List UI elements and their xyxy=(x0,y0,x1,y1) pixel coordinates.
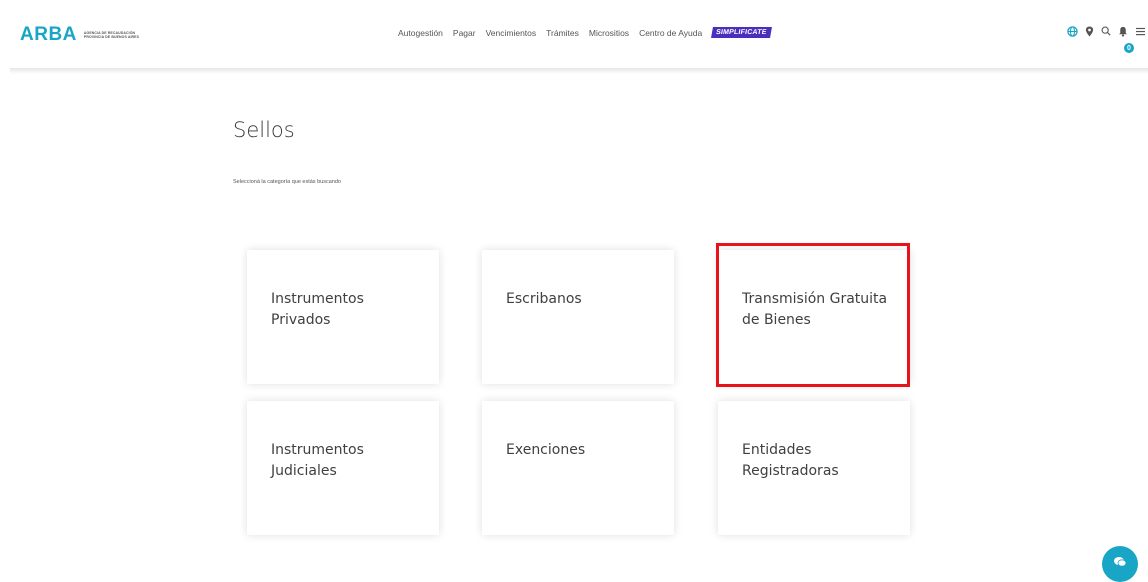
nav-item-vencimientos[interactable]: Vencimientos xyxy=(486,28,537,38)
category-card-label: Transmisión Gratuita de Bienes xyxy=(742,291,888,328)
bell-icon[interactable] xyxy=(1117,25,1129,37)
category-card-label: Instrumentos Judiciales xyxy=(271,442,364,479)
category-card-exenciones[interactable]: Exenciones xyxy=(482,401,674,535)
simplificate-badge-link[interactable]: SIMPLIFICATE xyxy=(711,27,772,38)
arba-logo[interactable]: ARBA AGENCIA DE RECAUDACIÓN PROVINCIA DE… xyxy=(20,24,139,46)
category-card-instrumentos-privados[interactable]: Instrumentos Privados xyxy=(247,250,439,384)
nav-item-tramites[interactable]: Trámites xyxy=(546,28,579,38)
logo-subtitle: AGENCIA DE RECAUDACIÓN PROVINCIA DE BUEN… xyxy=(84,31,139,40)
top-navigation-bar: ARBA AGENCIA DE RECAUDACIÓN PROVINCIA DE… xyxy=(0,0,1148,68)
category-card-label: Exenciones xyxy=(506,442,586,458)
location-pin-icon[interactable] xyxy=(1083,25,1095,37)
chat-bubble-icon xyxy=(1113,555,1127,573)
nav-item-pagar[interactable]: Pagar xyxy=(453,28,476,38)
page-title: Sellos xyxy=(233,118,295,142)
category-card-instrumentos-judiciales[interactable]: Instrumentos Judiciales xyxy=(247,401,439,535)
page-subtitle: Seleccioná la categoría que estás buscan… xyxy=(233,179,341,185)
nav-item-micrositios[interactable]: Micrositios xyxy=(589,28,629,38)
main-nav: Autogestión Pagar Vencimientos Trámites … xyxy=(398,27,772,38)
category-card-entidades-registradoras[interactable]: Entidades Registradoras xyxy=(718,401,910,535)
category-card-transmision-gratuita-de-bienes[interactable]: Transmisión Gratuita de Bienes xyxy=(718,250,910,384)
nav-item-centro-de-ayuda[interactable]: Centro de Ayuda xyxy=(639,28,702,38)
category-card-label: Escribanos xyxy=(506,291,582,307)
menu-icon[interactable] xyxy=(1134,25,1146,37)
notification-count-badge: 0 xyxy=(1124,43,1134,53)
nav-item-autogestion[interactable]: Autogestión xyxy=(398,28,443,38)
logo-wordmark: ARBA xyxy=(20,24,77,45)
category-card-label: Entidades Registradoras xyxy=(742,442,839,479)
header-divider xyxy=(10,68,1148,74)
search-icon[interactable] xyxy=(1100,25,1112,37)
category-card-escribanos[interactable]: Escribanos xyxy=(482,250,674,384)
header-icons xyxy=(1061,25,1146,37)
logo-subtitle-line-2: PROVINCIA DE BUENOS AIRES xyxy=(83,35,140,39)
category-card-label: Instrumentos Privados xyxy=(271,291,364,328)
globe-icon[interactable] xyxy=(1066,25,1078,37)
